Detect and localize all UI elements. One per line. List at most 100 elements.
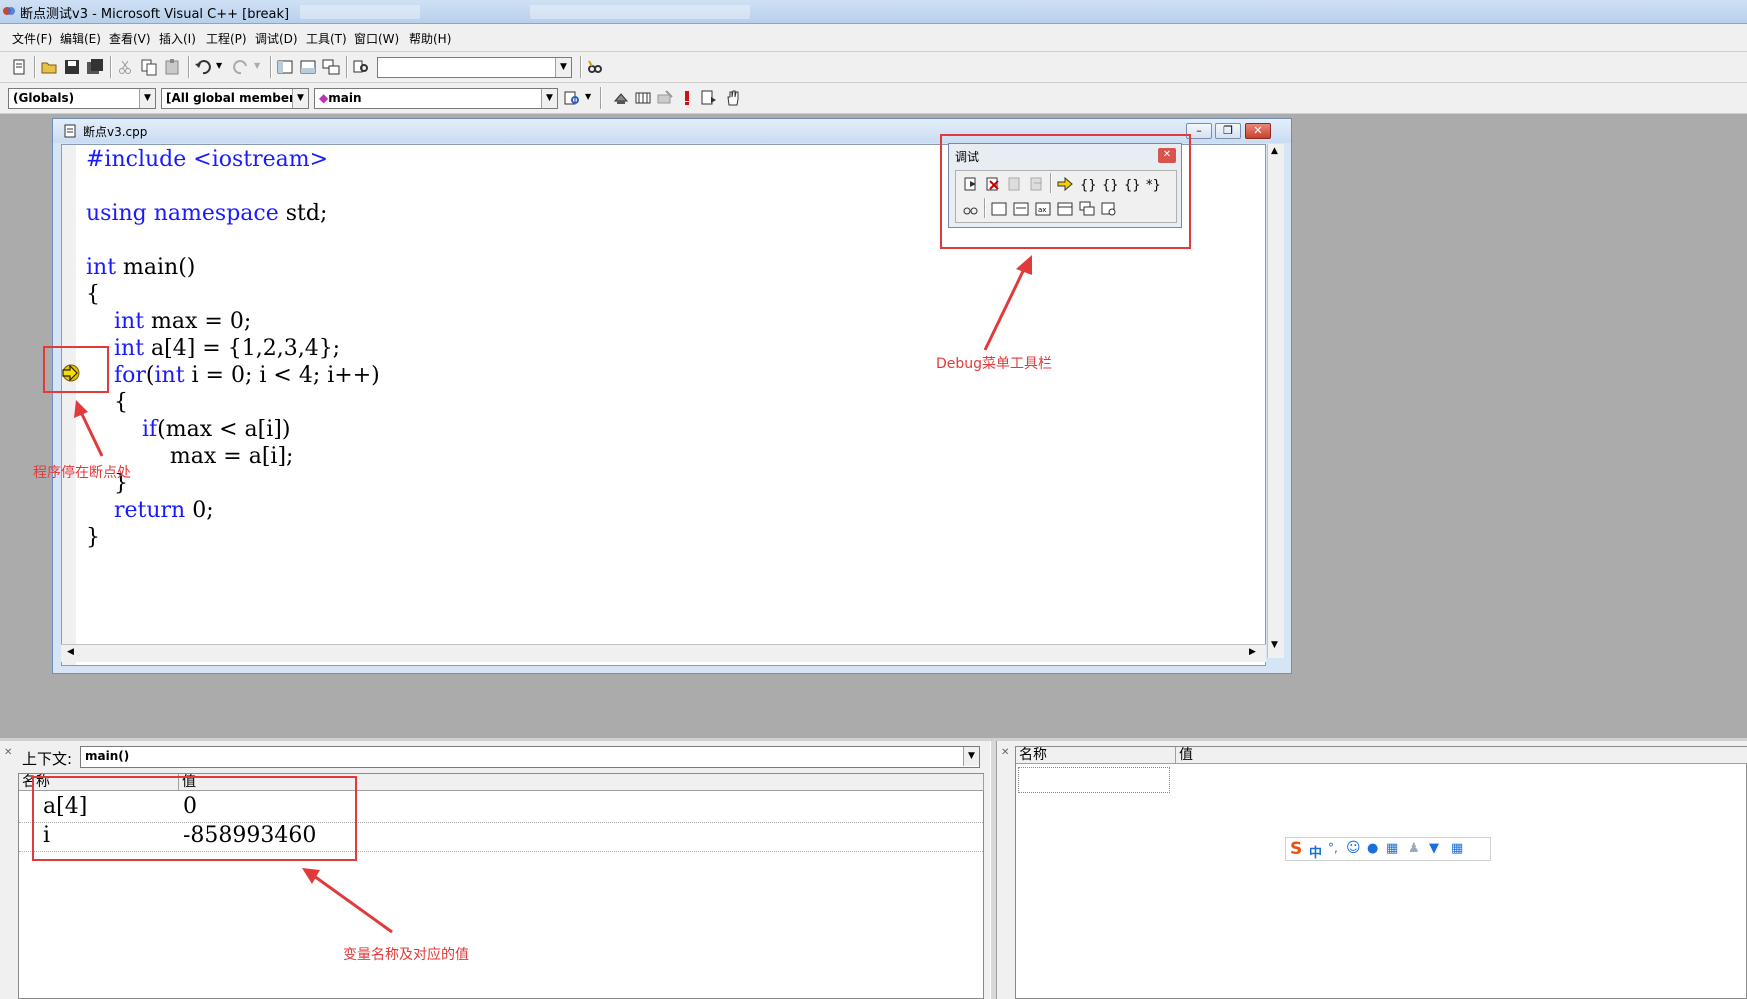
code-line-keyword: int bbox=[113, 309, 145, 334]
code-line: int a[4] = {1,2,3,4}; bbox=[86, 336, 340, 362]
find-in-files-icon[interactable] bbox=[352, 58, 370, 76]
open-folder-icon[interactable] bbox=[40, 58, 58, 76]
watch-pane: ✕ 名称 值 bbox=[997, 741, 1747, 999]
sogou-logo-icon[interactable]: S bbox=[1290, 839, 1302, 859]
menu-help[interactable]: 帮助(H) bbox=[409, 30, 451, 47]
code-line: #include <iostream> bbox=[86, 147, 328, 173]
code-line-keyword: using namespace bbox=[86, 201, 279, 226]
column-header-value[interactable]: 值 bbox=[1176, 747, 1747, 764]
watch-grid[interactable]: 名称 值 bbox=[1015, 746, 1747, 999]
background-tab[interactable] bbox=[300, 5, 420, 19]
paste-icon[interactable] bbox=[163, 58, 181, 76]
scroll-down-icon[interactable]: ▼ bbox=[1271, 640, 1278, 650]
find-combo-dropdown-icon[interactable]: ▼ bbox=[555, 58, 571, 77]
go-icon[interactable] bbox=[700, 89, 718, 107]
menu-window[interactable]: 窗口(W) bbox=[354, 30, 399, 47]
column-header-name[interactable]: 名称 bbox=[1016, 747, 1176, 764]
punctuation-icon[interactable]: °, bbox=[1328, 841, 1338, 855]
annotation-arrow-icon bbox=[302, 868, 393, 934]
skin-icon[interactable]: ▼ bbox=[1429, 841, 1439, 856]
code-line-keyword: for bbox=[113, 363, 146, 388]
menu-file[interactable]: 文件(F) bbox=[12, 30, 52, 47]
code-line: { bbox=[86, 282, 100, 307]
new-file-icon[interactable] bbox=[10, 58, 28, 76]
scope-combo[interactable]: (Globals) ▼ bbox=[8, 88, 156, 109]
background-tab[interactable] bbox=[530, 5, 750, 19]
menu-tools[interactable]: 工具(T) bbox=[306, 30, 347, 47]
code-line-text: 0; bbox=[185, 498, 214, 523]
members-combo-dropdown-icon[interactable]: ▼ bbox=[292, 89, 308, 108]
redo-icon[interactable] bbox=[232, 58, 250, 76]
function-combo-value: main bbox=[328, 91, 362, 105]
menu-debug[interactable]: 调试(D) bbox=[255, 30, 298, 47]
output-window-icon[interactable] bbox=[299, 58, 317, 76]
build-icon[interactable] bbox=[634, 89, 652, 107]
restore-button[interactable]: ❐ bbox=[1215, 123, 1241, 139]
menu-view[interactable]: 查看(V) bbox=[109, 30, 151, 47]
scope-combo-dropdown-icon[interactable]: ▼ bbox=[139, 89, 155, 108]
execute-icon[interactable] bbox=[678, 89, 696, 107]
editor-horizontal-scrollbar[interactable]: ◀ ▶ bbox=[61, 644, 1266, 662]
menu-edit[interactable]: 编辑(E) bbox=[60, 30, 101, 47]
breakpoint-highlight bbox=[43, 346, 109, 393]
find-icon[interactable] bbox=[586, 58, 604, 76]
stop-build-icon[interactable] bbox=[656, 89, 674, 107]
compile-icon[interactable] bbox=[612, 89, 630, 107]
code-line-text: #include <iostream> bbox=[86, 147, 329, 172]
ime-mode[interactable]: 中 bbox=[1309, 842, 1322, 861]
code-line: return 0; bbox=[86, 498, 214, 524]
find-combo[interactable]: ▼ bbox=[377, 57, 572, 78]
cut-icon[interactable] bbox=[116, 58, 134, 76]
context-combo[interactable]: main() ▼ bbox=[80, 746, 980, 768]
menu-insert[interactable]: 插入(I) bbox=[159, 30, 196, 47]
scroll-left-icon[interactable]: ◀ bbox=[67, 647, 74, 657]
title-bar: 断点测试v3 - Microsoft Visual C++ [break] bbox=[0, 0, 1747, 24]
pane-grip-icon[interactable]: ✕ bbox=[4, 747, 12, 758]
function-combo[interactable]: ◆main ▼ bbox=[314, 88, 558, 109]
code-line: using namespace std; bbox=[86, 201, 327, 227]
code-line-keyword: int bbox=[113, 336, 145, 361]
pane-grip-icon[interactable]: ✕ bbox=[1001, 747, 1009, 758]
standard-toolbar: ▼ ▼ ▼ bbox=[0, 52, 1747, 83]
code-line-text: max = 0; bbox=[144, 309, 252, 334]
members-combo[interactable]: [All global members ▼ bbox=[161, 88, 309, 109]
function-combo-dropdown-icon[interactable]: ▼ bbox=[541, 89, 557, 108]
editor-vertical-scrollbar[interactable]: ▲ ▼ bbox=[1267, 144, 1284, 658]
code-line-text: a[4] = {1,2,3,4}; bbox=[144, 336, 341, 361]
wizard-action-icon[interactable] bbox=[563, 89, 581, 107]
code-line-text: (max < a[i]) bbox=[157, 417, 291, 442]
scope-combo-value: (Globals) bbox=[13, 91, 75, 105]
pane-splitter[interactable] bbox=[990, 741, 997, 999]
copy-icon[interactable] bbox=[140, 58, 158, 76]
watch-edit-cell[interactable] bbox=[1018, 767, 1170, 793]
keyboard-icon[interactable]: ▦ bbox=[1386, 841, 1398, 856]
microphone-icon[interactable]: ● bbox=[1367, 841, 1378, 856]
save-icon[interactable] bbox=[63, 58, 81, 76]
code-line-keyword: int bbox=[86, 255, 117, 280]
redo-dropdown-icon[interactable]: ▼ bbox=[254, 61, 260, 70]
workspace-icon[interactable] bbox=[276, 58, 294, 76]
window-list-icon[interactable] bbox=[322, 58, 340, 76]
scroll-right-icon[interactable]: ▶ bbox=[1249, 647, 1256, 657]
code-line-text: i = 0; i < 4; i++) bbox=[184, 363, 380, 388]
toolbox-icon[interactable]: ▦ bbox=[1451, 841, 1463, 856]
function-diamond-icon: ◆ bbox=[319, 91, 329, 105]
save-all-icon[interactable] bbox=[86, 58, 104, 76]
editor-title: 断点v3.cpp bbox=[83, 125, 148, 139]
annotation-arrow-icon bbox=[983, 255, 1032, 351]
annotation-arrow-icon bbox=[74, 400, 104, 457]
close-button[interactable]: ✕ bbox=[1245, 123, 1271, 139]
code-line-current: for(int i = 0; i < 4; i++) bbox=[86, 363, 380, 389]
wizard-action-dropdown-icon[interactable]: ▼ bbox=[585, 92, 591, 101]
undo-icon[interactable] bbox=[194, 58, 212, 76]
user-icon[interactable]: ♟ bbox=[1408, 841, 1420, 856]
emoji-icon[interactable]: ☺ bbox=[1346, 840, 1361, 856]
undo-dropdown-icon[interactable]: ▼ bbox=[216, 61, 222, 70]
code-line-keyword: if bbox=[141, 417, 158, 442]
scroll-up-icon[interactable]: ▲ bbox=[1271, 146, 1278, 156]
menu-project[interactable]: 工程(P) bbox=[206, 30, 247, 47]
context-combo-dropdown-icon[interactable]: ▼ bbox=[963, 747, 979, 766]
members-combo-value: [All global members bbox=[166, 91, 303, 105]
menu-bar: 文件(F) 编辑(E) 查看(V) 插入(I) 工程(P) 调试(D) 工具(T… bbox=[0, 24, 1747, 52]
breakpoint-hand-icon[interactable] bbox=[724, 89, 742, 107]
